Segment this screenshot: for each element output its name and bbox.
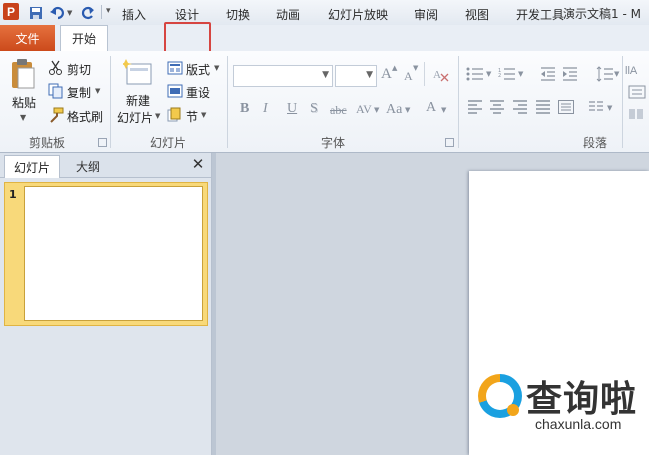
font-separator <box>424 62 425 86</box>
slide-number: 1 <box>9 188 17 201</box>
italic-button[interactable]: I <box>263 101 268 117</box>
font-color-button[interactable]: A <box>426 100 436 116</box>
tab-outline[interactable]: 大纲 <box>60 155 116 177</box>
layout-dropdown-icon[interactable]: ▼ <box>214 64 219 72</box>
copy-label[interactable]: 复制 <box>67 84 91 101</box>
slide-thumbnail[interactable] <box>24 186 203 321</box>
slides-group-label: 幻灯片 <box>149 136 186 150</box>
decrease-indent-icon[interactable] <box>540 67 556 84</box>
underline-button[interactable]: U <box>287 101 297 117</box>
change-case-button[interactable]: Aa <box>386 102 402 118</box>
grow-arrow-icon: ▲ <box>392 64 398 72</box>
watermark-logo-dot <box>507 404 519 416</box>
distribute-icon[interactable] <box>558 100 574 117</box>
qa-separator <box>101 5 102 19</box>
format-painter-icon[interactable] <box>48 107 64 123</box>
paste-dropdown-icon[interactable]: ▼ <box>20 113 26 122</box>
tab-slideshow[interactable]: 幻灯片放映 <box>322 2 394 26</box>
reset-label[interactable]: 重设 <box>186 84 210 101</box>
new-slide-icon[interactable] <box>120 58 153 88</box>
align-center-icon[interactable] <box>489 100 505 117</box>
undo-icon[interactable] <box>49 4 67 22</box>
bullets-icon[interactable] <box>466 67 484 84</box>
text-direction-icon[interactable]: llA <box>625 62 647 83</box>
justify-icon[interactable] <box>535 100 551 117</box>
new-slide-dropdown-icon[interactable]: ▼ <box>155 112 160 120</box>
section-dropdown-icon[interactable]: ▼ <box>201 111 206 119</box>
shrink-font-button[interactable]: A <box>404 69 413 84</box>
font-launcher-icon[interactable] <box>445 138 454 147</box>
customize-qa-icon[interactable]: ▾ <box>106 6 111 16</box>
tab-view[interactable]: 视图 <box>455 2 499 26</box>
svg-text:2: 2 <box>498 73 501 79</box>
copy-dropdown-icon[interactable]: ▼ <box>95 87 100 95</box>
char-spacing-button[interactable]: AV <box>356 102 372 117</box>
copy-icon[interactable] <box>48 83 64 99</box>
shrink-arrow-icon: ▼ <box>413 64 419 72</box>
pane-splitter[interactable] <box>212 153 216 455</box>
clipboard-group-label: 剪贴板 <box>28 136 65 150</box>
align-right-icon[interactable] <box>512 100 528 117</box>
font-color-dropdown-icon[interactable]: ▼ <box>441 106 446 114</box>
new-slide-label-2[interactable]: 幻灯片 <box>117 109 153 126</box>
columns-dropdown-icon[interactable]: ▼ <box>607 104 612 112</box>
redo-icon[interactable] <box>79 4 97 22</box>
font-name-combo[interactable]: ▼ <box>233 65 333 87</box>
layout-icon[interactable] <box>167 60 183 76</box>
change-case-dropdown-icon[interactable]: ▼ <box>405 106 410 114</box>
tab-file[interactable]: 文件 <box>0 25 55 51</box>
line-spacing-dropdown-icon[interactable]: ▼ <box>614 70 619 78</box>
group-separator <box>227 56 228 148</box>
numbering-icon[interactable]: 12 <box>498 67 516 84</box>
increase-indent-icon[interactable] <box>562 67 578 84</box>
columns-icon[interactable] <box>588 100 604 117</box>
numbering-dropdown-icon[interactable]: ▼ <box>518 70 523 78</box>
paragraph-group-label: 段落 <box>582 136 607 150</box>
svg-text:llA: llA <box>625 65 638 77</box>
char-spacing-dropdown-icon[interactable]: ▼ <box>374 106 379 114</box>
group-separator <box>458 56 459 148</box>
save-icon[interactable] <box>27 4 45 22</box>
tab-review[interactable]: 审阅 <box>404 2 448 26</box>
layout-label[interactable]: 版式 <box>186 61 210 78</box>
cut-label[interactable]: 剪切 <box>67 61 91 78</box>
tab-slides[interactable]: 幻灯片 <box>4 155 60 178</box>
document-title: 演示文稿1 - M <box>563 7 641 21</box>
svg-text:A: A <box>433 69 441 81</box>
align-text-icon[interactable] <box>628 84 648 103</box>
font-group-label: 字体 <box>320 136 345 150</box>
group-separator <box>110 56 111 148</box>
tab-animations[interactable]: 动画 <box>266 2 310 26</box>
watermark-text: 查询啦 <box>526 379 638 420</box>
section-icon[interactable] <box>167 107 183 123</box>
font-size-combo[interactable]: ▼ <box>335 65 377 87</box>
tab-developer[interactable]: 开发工具 <box>508 2 572 26</box>
tab-design[interactable]: 设计 <box>164 2 210 26</box>
tab-insert[interactable]: 插入 <box>112 2 156 26</box>
tab-home[interactable]: 开始 <box>60 25 108 51</box>
paste-icon[interactable] <box>10 58 36 90</box>
group-separator <box>622 56 623 148</box>
format-painter-label[interactable]: 格式刷 <box>67 108 103 125</box>
clipboard-launcher-icon[interactable] <box>98 138 107 147</box>
bullets-dropdown-icon[interactable]: ▼ <box>486 70 491 78</box>
powerpoint-logo-icon[interactable]: P <box>3 3 19 20</box>
smartart-icon[interactable] <box>628 106 648 125</box>
cut-icon[interactable] <box>48 60 64 76</box>
section-label[interactable]: 节 <box>186 108 198 125</box>
new-slide-label-1[interactable]: 新建 <box>126 92 150 109</box>
clear-format-icon[interactable]: A <box>432 66 450 85</box>
tab-transitions[interactable]: 切换 <box>216 2 260 26</box>
grow-font-button[interactable]: A <box>381 66 392 83</box>
reset-icon[interactable] <box>167 83 183 99</box>
paste-label[interactable]: 粘贴 <box>12 94 36 111</box>
undo-dropdown-icon[interactable]: ▼ <box>67 9 72 17</box>
line-spacing-icon[interactable] <box>596 66 614 85</box>
bold-button[interactable]: B <box>240 101 249 117</box>
shadow-button[interactable]: S <box>310 101 318 117</box>
close-icon[interactable]: ✕ <box>190 155 206 173</box>
align-left-icon[interactable] <box>467 100 483 117</box>
strikethrough-button[interactable]: abc <box>330 103 347 118</box>
watermark-url: chaxunla.com <box>535 416 622 432</box>
